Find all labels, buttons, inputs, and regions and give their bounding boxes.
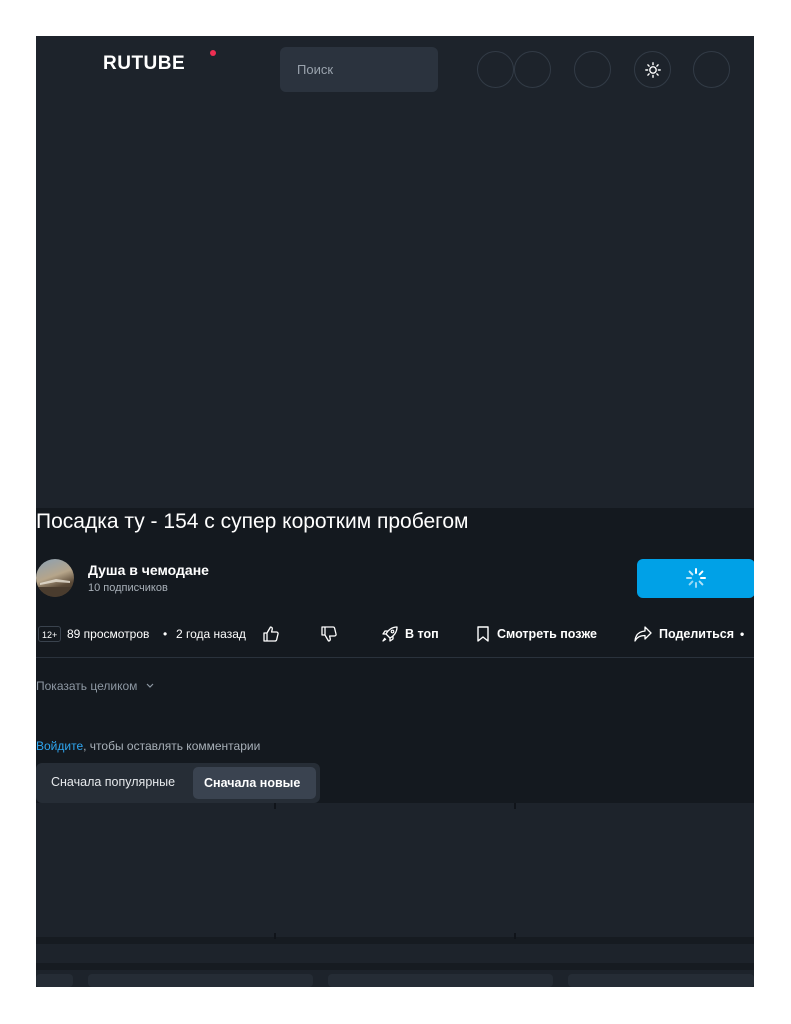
like-button[interactable] bbox=[262, 623, 280, 645]
grid-line bbox=[36, 963, 754, 970]
sort-popular-tab[interactable]: Сначала популярные bbox=[51, 775, 175, 789]
search-placeholder: Поиск bbox=[297, 62, 334, 77]
user-avatar-button[interactable] bbox=[693, 51, 730, 88]
grid-separator bbox=[274, 803, 276, 809]
video-player[interactable] bbox=[36, 104, 754, 508]
grid-separator bbox=[514, 933, 516, 939]
age-rating-badge: 12+ bbox=[38, 626, 62, 642]
grid-line bbox=[36, 937, 754, 944]
sort-new-label: Сначала новые bbox=[204, 776, 301, 790]
logo-dot bbox=[210, 50, 216, 56]
avatar-image-icon bbox=[36, 579, 74, 597]
publish-date: 2 года назад bbox=[176, 627, 246, 641]
show-more-label: Показать целиком bbox=[36, 679, 138, 693]
channel-name[interactable]: Душа в чемодане bbox=[88, 562, 209, 578]
card-placeholder bbox=[328, 974, 553, 987]
login-prompt: Войдите, чтобы оставлять комментарии bbox=[36, 739, 260, 753]
divider bbox=[36, 657, 754, 658]
to-top-label: В топ bbox=[405, 627, 439, 641]
watch-later-button[interactable]: Смотреть позже bbox=[475, 623, 597, 645]
card-placeholder bbox=[88, 974, 313, 987]
subscriber-count: 10 подписчиков bbox=[88, 582, 168, 594]
card-placeholder bbox=[568, 974, 754, 987]
stat-separator: • bbox=[163, 627, 168, 641]
rutube-logo[interactable]: RUTUBE bbox=[103, 53, 185, 75]
share-button[interactable]: Поделиться bbox=[633, 623, 734, 645]
watch-later-label: Смотреть позже bbox=[497, 627, 597, 641]
search-input[interactable]: Поиск bbox=[280, 47, 438, 92]
thumbs-up-icon bbox=[263, 626, 279, 642]
more-options-button[interactable]: • bbox=[740, 627, 744, 641]
page-frame: RUTUBE Поиск Посадка ту - 154 с супер ко… bbox=[36, 36, 754, 987]
header-button-2[interactable] bbox=[514, 51, 551, 88]
login-link[interactable]: Войдите bbox=[36, 739, 83, 753]
card-placeholder bbox=[36, 974, 73, 987]
channel-avatar[interactable] bbox=[36, 559, 74, 597]
header-button-3[interactable] bbox=[574, 51, 611, 88]
share-arrow-icon bbox=[634, 626, 652, 642]
dislike-button[interactable] bbox=[320, 623, 338, 645]
video-title: Посадка ту - 154 с супер коротким пробег… bbox=[36, 510, 469, 533]
header: RUTUBE Поиск bbox=[36, 36, 754, 104]
subscribe-button[interactable] bbox=[637, 559, 754, 598]
grid-separator bbox=[274, 933, 276, 939]
loading-spinner-icon bbox=[686, 568, 706, 588]
show-full-description-button[interactable]: Показать целиком bbox=[36, 679, 155, 693]
sort-new-tab[interactable]: Сначала новые bbox=[193, 767, 316, 799]
bookmark-icon bbox=[477, 626, 489, 642]
to-top-button[interactable]: В топ bbox=[380, 623, 439, 645]
header-button-1[interactable] bbox=[477, 51, 514, 88]
login-prompt-text: , чтобы оставлять комментарии bbox=[83, 739, 261, 753]
share-label: Поделиться bbox=[659, 627, 735, 641]
sun-icon bbox=[645, 62, 661, 78]
thumbs-down-icon bbox=[321, 626, 337, 642]
recommendations-placeholder bbox=[36, 803, 754, 987]
grid-separator bbox=[514, 803, 516, 809]
view-count: 89 просмотров bbox=[67, 627, 150, 641]
chevron-down-icon bbox=[146, 683, 154, 688]
video-stats-bar: 12+ 89 просмотров • 2 года назад В топ С… bbox=[36, 622, 754, 648]
comment-sort-switch: Сначала популярные Сначала новые bbox=[36, 763, 320, 803]
rocket-icon bbox=[382, 625, 398, 642]
theme-toggle-button[interactable] bbox=[634, 51, 671, 88]
